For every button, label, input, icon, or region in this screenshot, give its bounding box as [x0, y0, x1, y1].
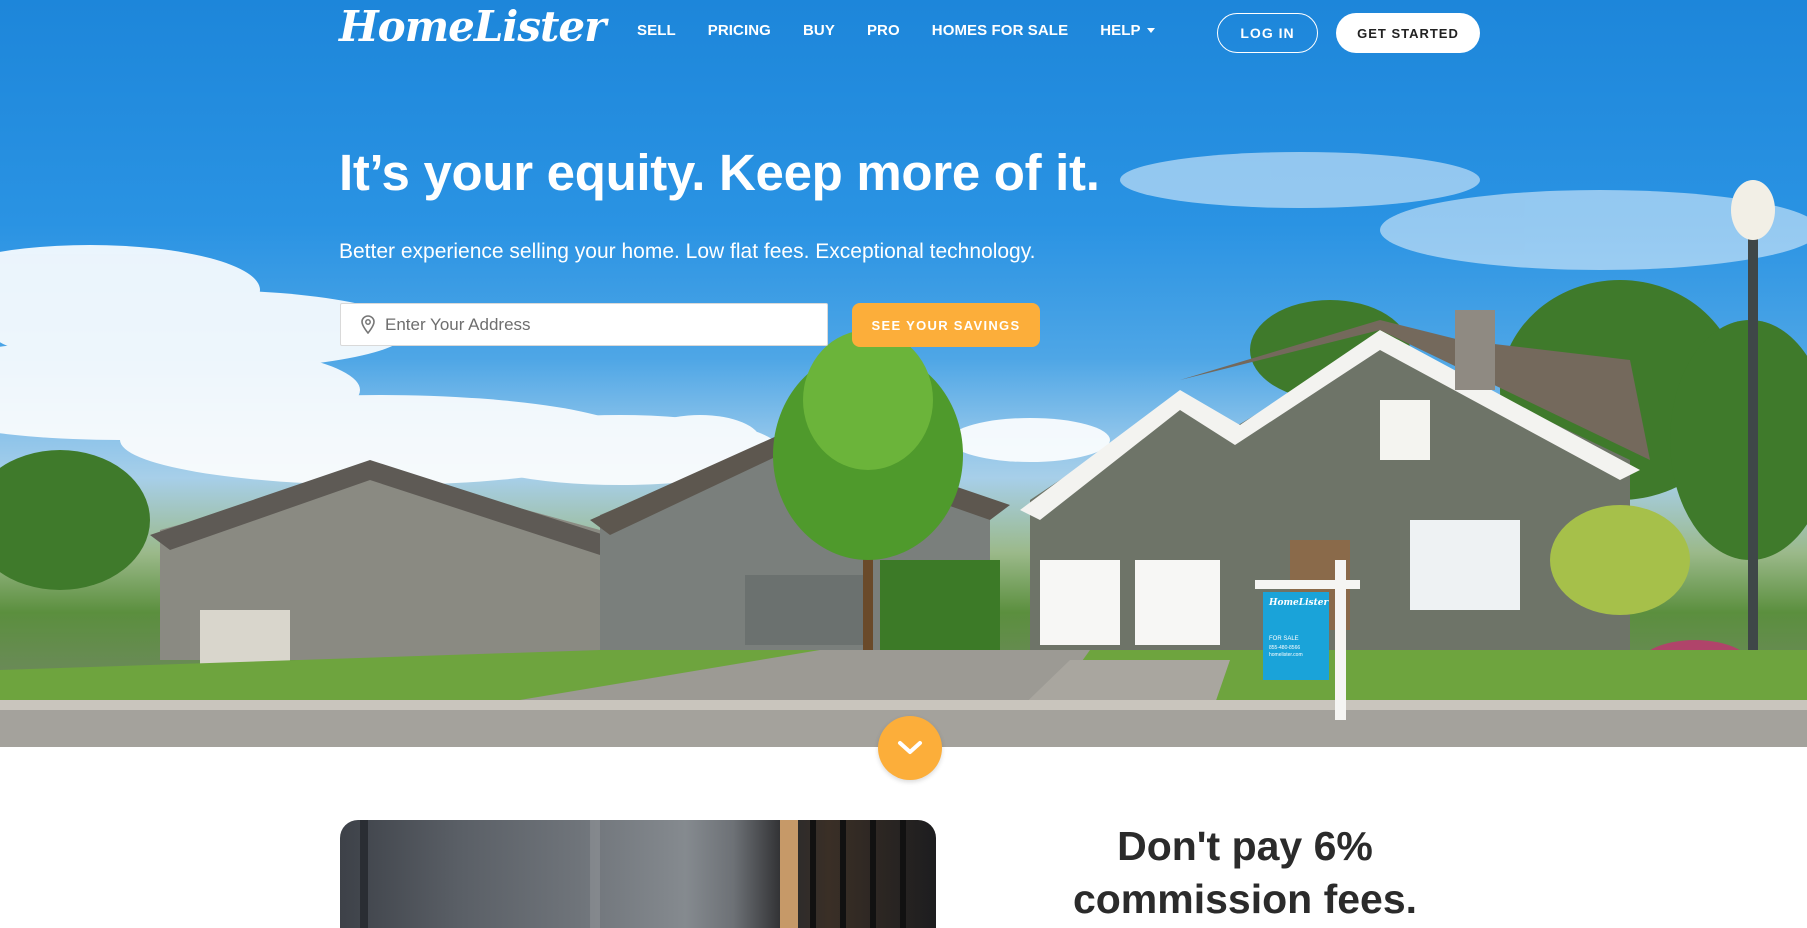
nav-item-help[interactable]: HELP	[1100, 22, 1155, 39]
location-pin-icon	[361, 315, 375, 334]
nav-item-buy[interactable]: BUY	[803, 22, 835, 39]
nav-item-sell[interactable]: SELL	[637, 22, 676, 39]
page: HomeLister FOR SALE 855-480-8566 homelis…	[0, 0, 1807, 928]
scroll-down-button[interactable]	[878, 716, 942, 780]
nav-item-pricing[interactable]: PRICING	[708, 22, 771, 39]
nav-item-label: HELP	[1100, 22, 1141, 39]
hero-headline: It’s your equity. Keep more of it.	[339, 144, 1100, 201]
yard-sign-url: homelister.com	[1269, 652, 1303, 658]
nav-item-label: BUY	[802, 22, 835, 39]
hero-subheadline: Better experience selling your home. Low…	[339, 240, 1036, 263]
video-thumbnail[interactable]	[340, 820, 936, 928]
login-button[interactable]: LOG IN	[1217, 13, 1318, 53]
commission-heading-line2: commission fees.	[1072, 876, 1418, 922]
nav-item-label: HOMES FOR SALE	[931, 22, 1069, 39]
nav-item-homes-for-sale[interactable]: HOMES FOR SALE	[932, 22, 1068, 39]
caret-down-icon	[1146, 28, 1155, 33]
chevron-down-icon	[898, 741, 922, 754]
nav-item-label: PRICING	[707, 22, 771, 39]
main-nav: SELL PRICING BUY PRO HOMES FOR SALE HELP	[637, 22, 1155, 39]
commission-heading: Don't pay 6% commission fees.	[1000, 820, 1490, 926]
nav-item-pro[interactable]: PRO	[867, 22, 900, 39]
hero-background-image	[0, 152, 1807, 747]
get-started-button[interactable]: GET STARTED	[1336, 13, 1480, 53]
hero-section: HomeLister FOR SALE 855-480-8566 homelis…	[0, 0, 1807, 747]
see-your-savings-button[interactable]: SEE YOUR SAVINGS	[852, 303, 1040, 347]
logo[interactable]: HomeLister	[339, 2, 606, 51]
yard-sign-for-sale: FOR SALE	[1269, 636, 1299, 642]
nav-item-label: PRO	[866, 22, 900, 39]
yard-sign: HomeLister FOR SALE 855-480-8566 homelis…	[1263, 592, 1329, 680]
yard-sign-brand: HomeLister	[1269, 598, 1329, 608]
address-search-box[interactable]	[340, 303, 828, 346]
yard-sign-phone: 855-480-8566	[1269, 645, 1301, 651]
address-input[interactable]	[385, 314, 805, 335]
commission-heading-line1: Don't pay 6%	[1117, 823, 1373, 869]
nav-item-label: SELL	[637, 22, 676, 39]
